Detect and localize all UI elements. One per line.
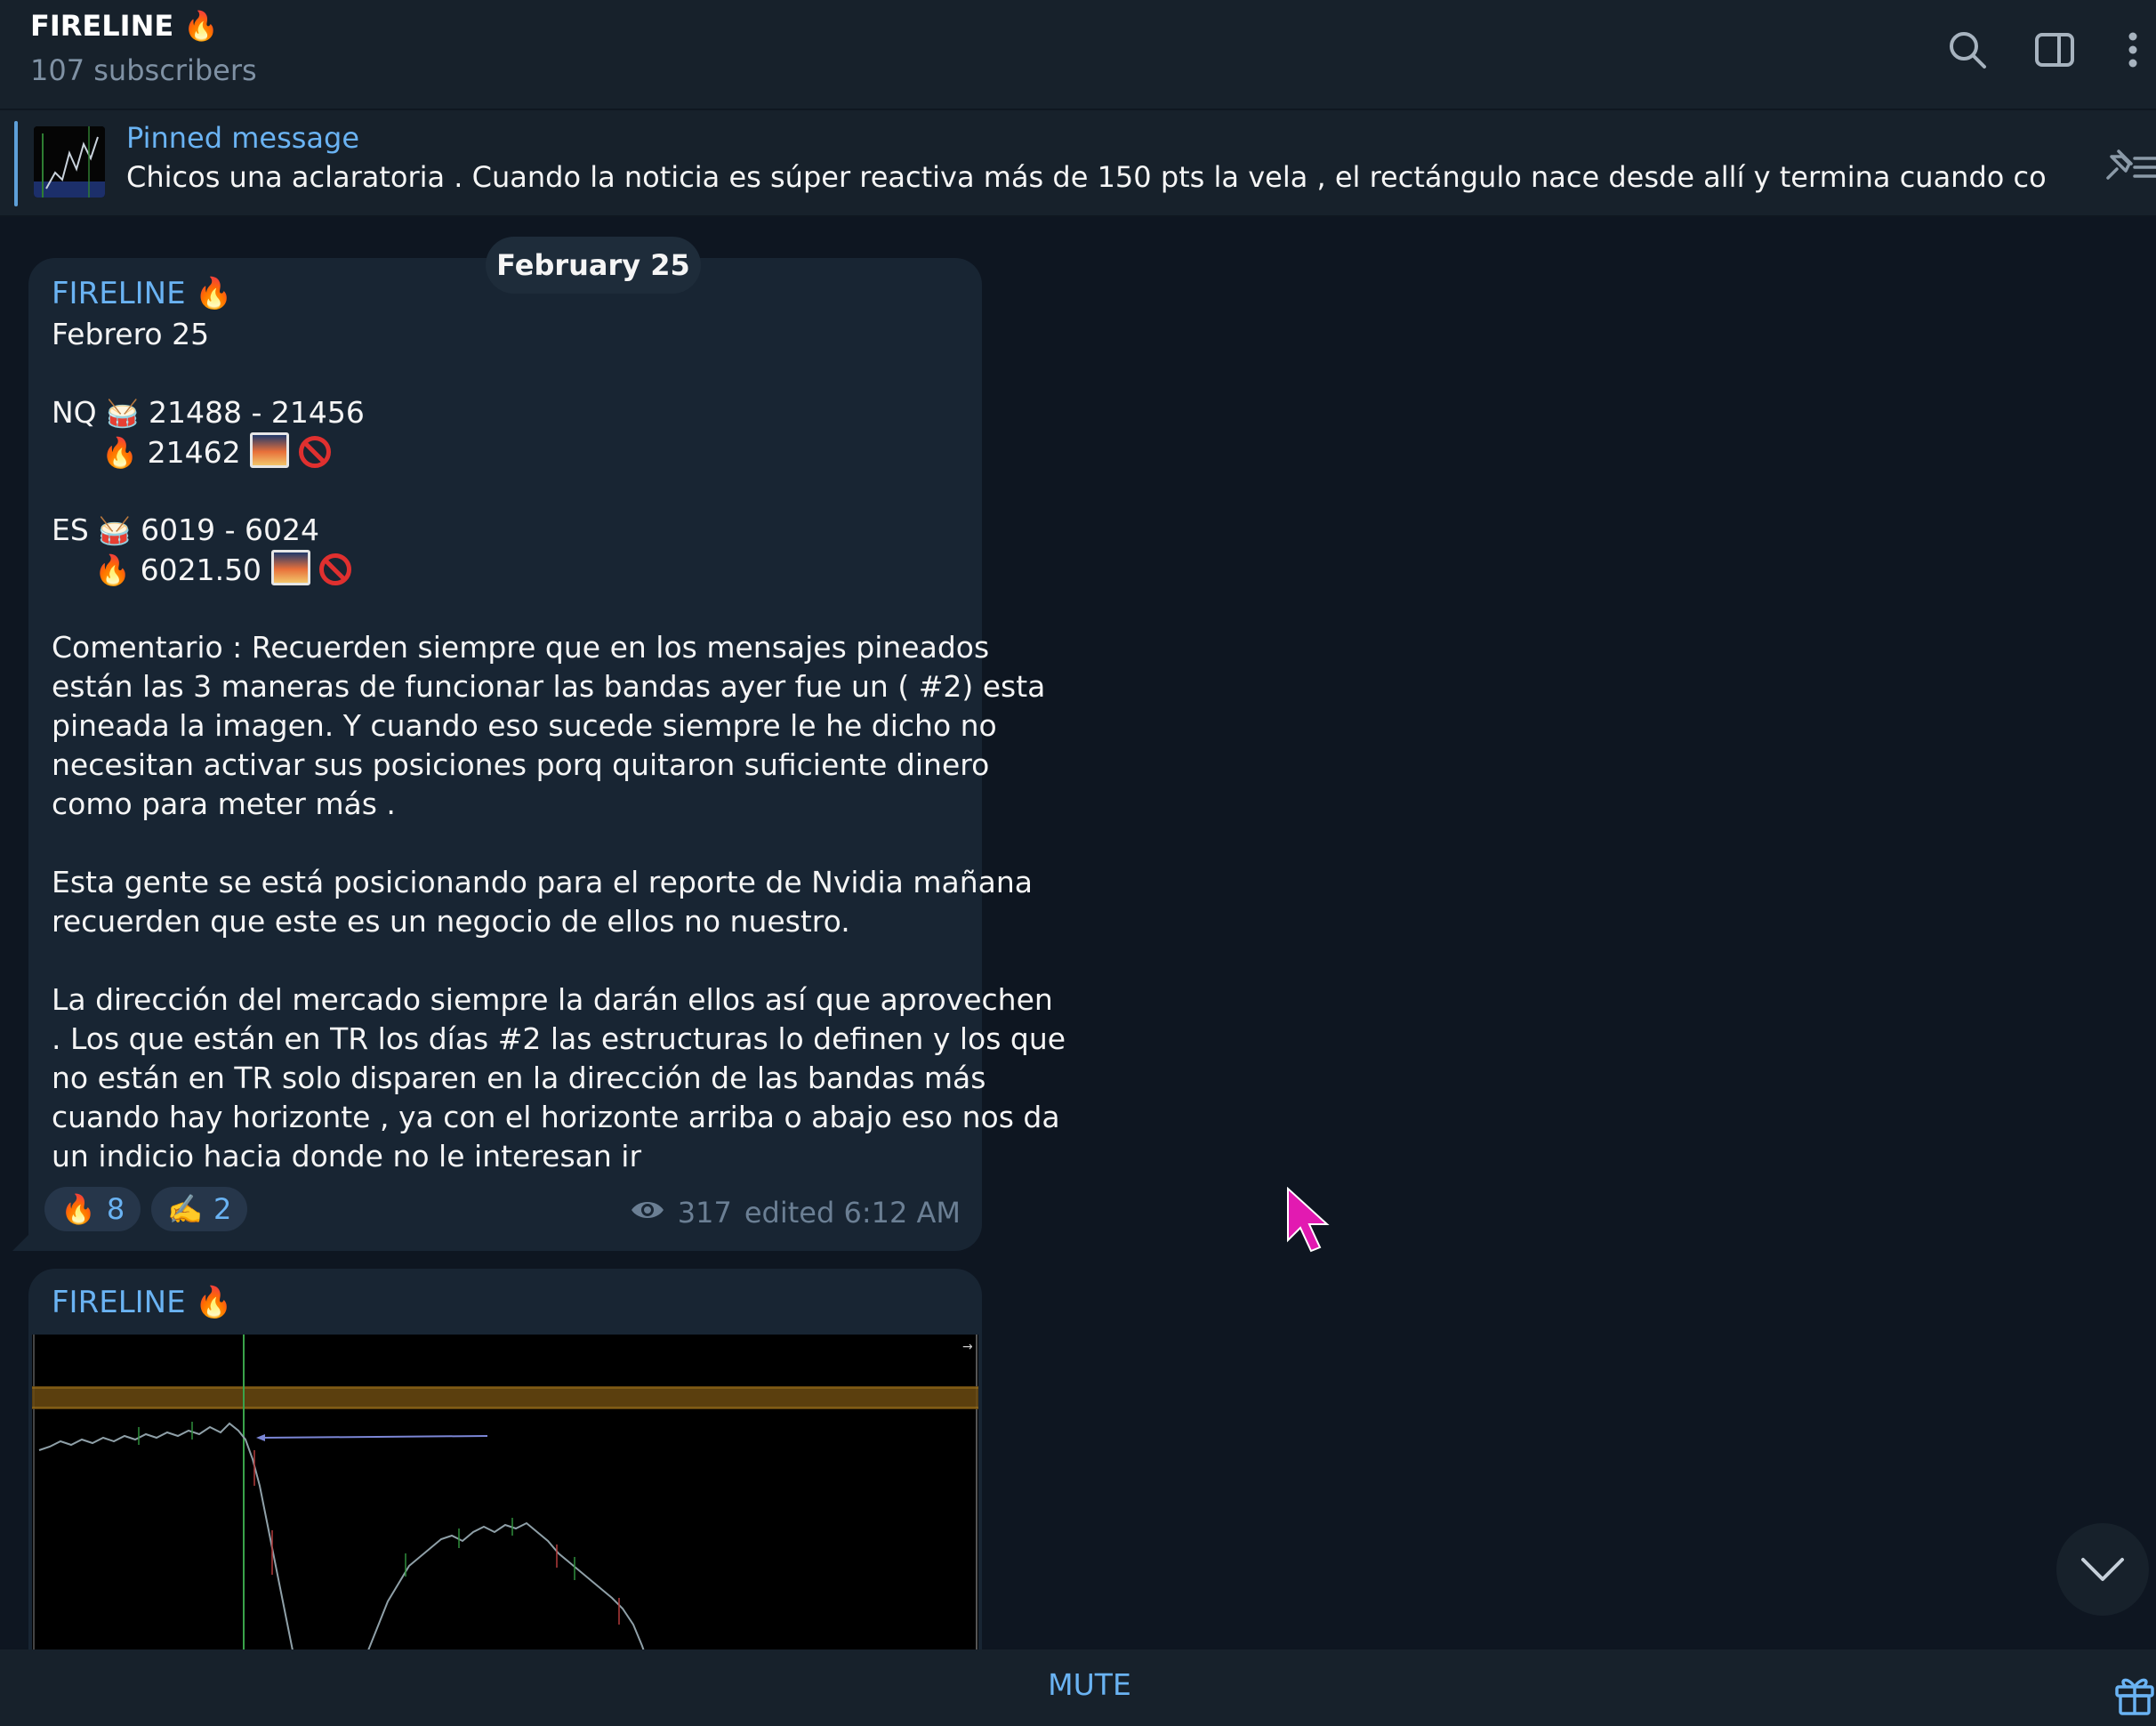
fire-icon: 🔥 — [60, 1192, 96, 1226]
text-line: . Los que están en TR los días #2 las es… — [52, 1021, 1066, 1056]
reaction-count: 2 — [213, 1192, 232, 1226]
text-line: Febrero 25 — [52, 317, 210, 351]
bottom-bar: MUTE — [0, 1649, 2156, 1726]
drum-icon: 🥁 — [106, 399, 140, 430]
svg-text:→: → — [962, 1340, 973, 1354]
reaction-count: 8 — [106, 1192, 125, 1226]
no-entry-icon — [298, 436, 331, 468]
sunrise-icon — [250, 432, 290, 468]
message-text: Febrero 25 NQ 🥁 21488 - 21456 🔥 21462 ES… — [52, 315, 1066, 1176]
eye-icon — [630, 1196, 665, 1230]
sidebar-toggle-icon[interactable] — [2031, 27, 2078, 73]
nq-range-line: NQ 🥁 21488 - 21456 — [52, 393, 959, 432]
search-icon[interactable] — [1944, 27, 1991, 73]
message-sender[interactable]: FIRELINE 🔥 — [52, 1285, 233, 1320]
reactions: 🔥 8 ✍️ 2 — [44, 1187, 248, 1231]
message-bubble[interactable]: FIRELINE 🔥 Febrero 25 NQ 🥁 21488 - 21456… — [12, 258, 1066, 1251]
pinned-list-icon[interactable] — [2099, 144, 2156, 189]
text-line: recuerden que este es un negocio de ello… — [52, 904, 850, 939]
nq-level: 21462 — [147, 435, 241, 470]
scroll-down-button[interactable] — [2056, 1523, 2149, 1616]
writing-hand-icon: ✍️ — [167, 1192, 204, 1226]
nq-label: NQ — [52, 395, 97, 430]
text-line: un indicio hacia donde no le interesan i… — [52, 1139, 642, 1174]
pinned-text: Chicos una aclaratoria . Cuando la notic… — [126, 160, 2047, 194]
message-meta: 317 edited 6:12 AM — [630, 1196, 961, 1230]
channel-title[interactable]: FIRELINE 🔥 — [30, 9, 219, 43]
chevron-down-icon — [2081, 1558, 2124, 1581]
es-level-line: 🔥 6021.50 — [52, 550, 959, 589]
message-sender[interactable]: FIRELINE 🔥 — [52, 276, 233, 311]
text-line: Esta gente se está posicionando para el … — [52, 865, 1033, 899]
bubble-tail — [12, 1233, 30, 1251]
chat-header: FIRELINE 🔥 107 subscribers — [0, 0, 2156, 110]
mouse-cursor-icon — [1286, 1186, 1331, 1253]
fire-icon: 🔥 — [101, 435, 139, 470]
drum-icon: 🥁 — [98, 516, 132, 547]
date-separator[interactable]: February 25 — [486, 237, 701, 294]
view-count: 317 — [677, 1196, 732, 1230]
no-entry-icon — [319, 553, 352, 585]
text-line: pineada la imagen. Y cuando eso sucede s… — [52, 708, 997, 743]
pinned-label: Pinned message — [126, 121, 360, 155]
text-line: están las 3 maneras de funcionar las ban… — [52, 669, 1046, 704]
nq-range: 21488 - 21456 — [149, 395, 365, 430]
subscriber-count: 107 subscribers — [30, 53, 257, 87]
pinned-thumbnail — [34, 126, 105, 198]
text-line: como para meter más . — [52, 786, 396, 821]
text-line: Comentario : Recuerden siempre que en lo… — [52, 630, 990, 665]
text-line: La dirección del mercado siempre la dará… — [52, 982, 1053, 1017]
reaction-fire[interactable]: 🔥 8 — [44, 1187, 141, 1231]
mute-button[interactable]: MUTE — [1014, 1667, 1165, 1702]
edited-time: edited 6:12 AM — [744, 1196, 961, 1230]
nq-level-line: 🔥 21462 — [52, 432, 959, 472]
reaction-writing-hand[interactable]: ✍️ 2 — [151, 1187, 248, 1231]
es-range-line: ES 🥁 6019 - 6024 — [52, 511, 959, 550]
gift-icon[interactable] — [2113, 1673, 2156, 1715]
pinned-message-bar[interactable]: Pinned message Chicos una aclaratoria . … — [0, 110, 2156, 217]
sunrise-icon — [270, 550, 310, 585]
more-menu-icon[interactable] — [2110, 27, 2156, 73]
text-line: no están en TR solo disparen en la direc… — [52, 1061, 986, 1095]
pinned-indicator — [14, 121, 18, 206]
fire-icon: 🔥 — [94, 552, 132, 587]
text-line: necesitan activar sus posiciones porq qu… — [52, 747, 990, 782]
text-line: cuando hay horizonte , ya con el horizon… — [52, 1100, 1060, 1134]
es-label: ES — [52, 512, 89, 547]
es-level: 6021.50 — [140, 552, 262, 587]
es-range: 6019 - 6024 — [141, 512, 320, 547]
